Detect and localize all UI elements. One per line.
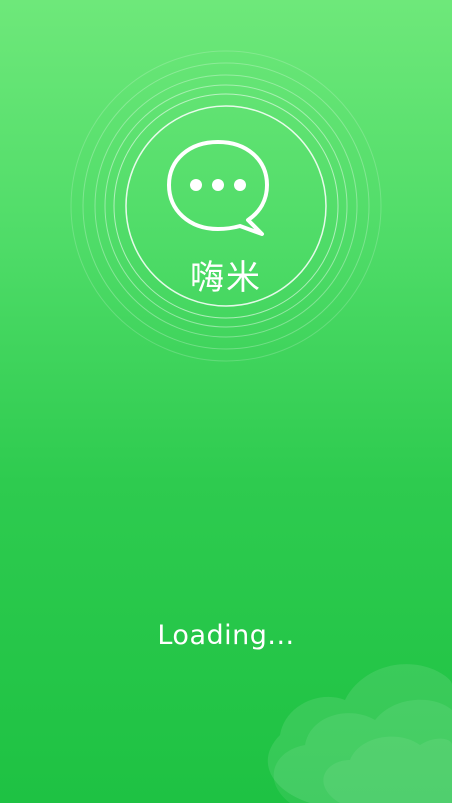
decorative-corner-shape <box>267 664 452 803</box>
loading-text: Loading... <box>157 620 295 651</box>
splash-screen: 嗨米 Loading... <box>0 0 452 803</box>
app-name: 嗨米 <box>190 258 262 298</box>
chat-bubble-ellipsis-icon <box>167 140 269 236</box>
